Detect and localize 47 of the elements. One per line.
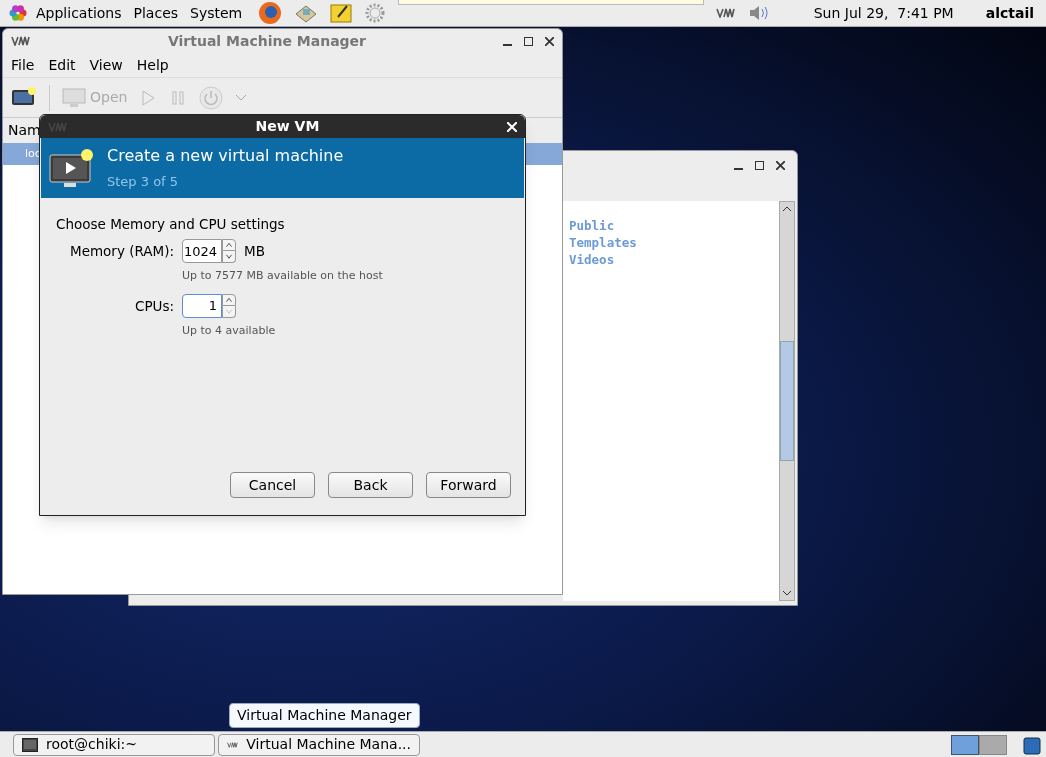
menu-item[interactable]: File <box>11 54 35 76</box>
window-title: Virtual Machine Manager <box>166 31 368 51</box>
menu-item[interactable]: View <box>89 54 123 76</box>
unit-label: MB <box>244 242 265 262</box>
taskbar-button[interactable]: root@chiki:~ <box>13 733 215 756</box>
close-icon[interactable] <box>545 36 554 46</box>
panel-menu[interactable]: Places <box>133 2 179 24</box>
field-label: Memory (RAM): <box>69 242 174 262</box>
spin-up-icon[interactable] <box>222 293 236 306</box>
notepad-pencil-icon[interactable] <box>330 2 353 24</box>
clock-text[interactable]: Sun Jul 29, 7:41 PM <box>813 2 954 24</box>
dialog-button[interactable]: Forward <box>426 472 511 498</box>
hint-text: Up to 4 available <box>182 322 277 339</box>
hint-text: Up to 7577 MB available on the host <box>182 268 384 285</box>
spin-down-icon[interactable] <box>222 251 236 264</box>
vmm-logo-icon <box>48 121 68 132</box>
terminal-icon <box>22 737 38 752</box>
monitor-play-icon <box>49 147 95 189</box>
spin-field[interactable]: 1 <box>182 293 222 318</box>
panel-menu[interactable]: System <box>190 2 243 24</box>
flower-logo-icon <box>8 3 28 23</box>
tooltip: Virtual Machine Manager <box>229 703 420 728</box>
monitor-icon <box>62 87 86 108</box>
vmm-logo-icon <box>715 8 736 18</box>
maximize-icon[interactable] <box>524 36 533 46</box>
menu-item[interactable]: Help <box>136 54 169 76</box>
spin-up-icon[interactable] <box>222 239 236 252</box>
vmm-logo-icon <box>11 36 31 46</box>
scrollbar[interactable] <box>779 201 795 601</box>
taskbar-button[interactable]: Virtual Machine Mana... <box>218 733 420 756</box>
close-icon[interactable] <box>776 160 785 170</box>
dialog-title: New VM <box>254 117 321 136</box>
spin-field[interactable]: 1024 <box>182 239 222 264</box>
section-heading: Choose Memory and CPU settings <box>56 215 286 234</box>
maximize-icon[interactable] <box>755 160 764 170</box>
panel-menu[interactable]: Applications <box>36 2 122 24</box>
speaker-icon[interactable] <box>747 4 770 22</box>
workspace-switcher[interactable] <box>951 734 1007 755</box>
menu-item[interactable]: Edit <box>48 54 76 76</box>
step-indicator: Step 3 of 5 <box>107 173 180 192</box>
dialog-button[interactable]: Cancel <box>230 472 315 498</box>
field-label: CPUs: <box>133 296 174 316</box>
header-title: Create a new virtual machine <box>107 145 344 168</box>
column-header[interactable]: Nam <box>8 120 41 141</box>
user-name[interactable]: alctail <box>985 2 1034 24</box>
globe-browser-icon[interactable] <box>258 1 283 25</box>
dialog-button[interactable]: Back <box>328 472 413 498</box>
